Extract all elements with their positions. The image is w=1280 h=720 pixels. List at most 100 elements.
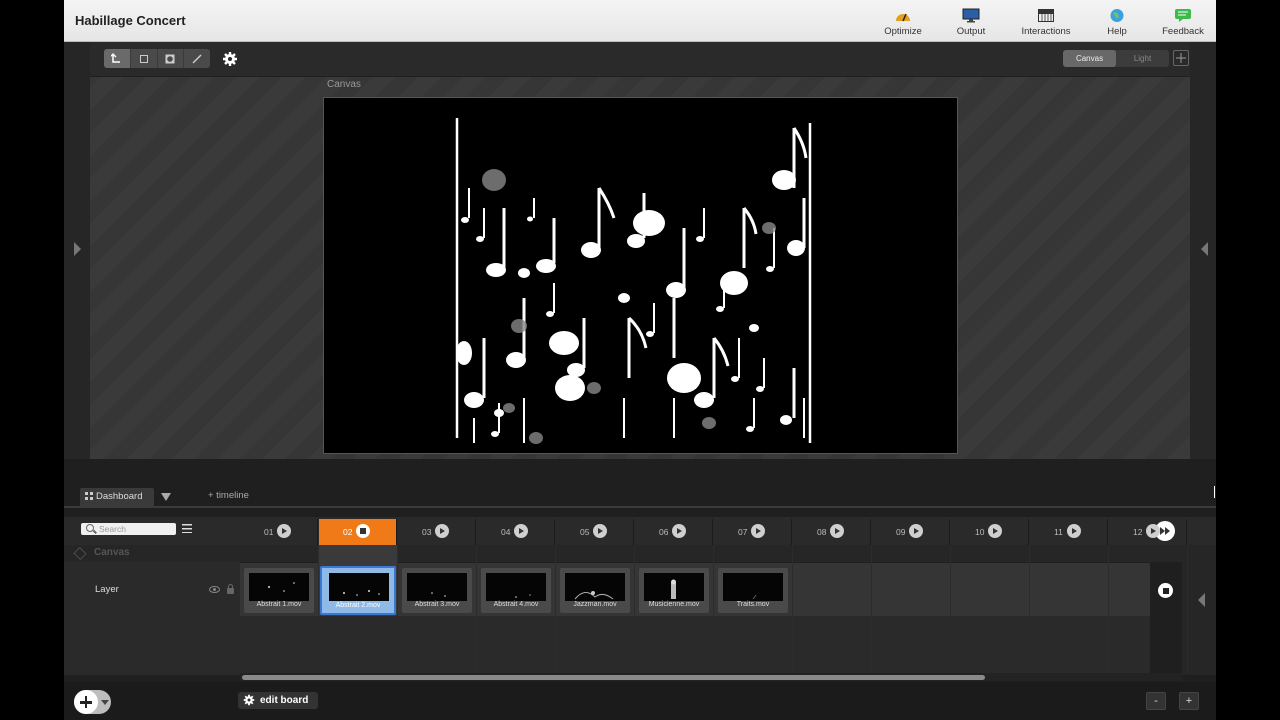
grid-toggle-button[interactable] — [1173, 50, 1189, 66]
play-icon[interactable] — [435, 524, 449, 538]
feedback-button[interactable]: Feedback — [1148, 8, 1216, 37]
dashboard-grid-icon — [85, 492, 93, 500]
output-label: Output — [956, 26, 986, 37]
play-icon[interactable] — [277, 524, 291, 538]
add-timeline-button[interactable]: + timeline — [208, 490, 249, 501]
cue-2[interactable]: 02 — [319, 519, 397, 545]
editor-toolbar: Canvas Light — [64, 42, 1216, 76]
speech-bubble-icon — [1175, 9, 1191, 22]
tool-group — [104, 49, 210, 68]
clip-filename: Abstrait 4.mov — [493, 601, 539, 608]
clip-filename: Traits.mov — [736, 601, 770, 608]
clip-tile[interactable]: Traits.mov — [718, 568, 788, 613]
column-separator — [476, 545, 477, 673]
edit-board-button[interactable]: edit board — [238, 692, 318, 709]
cue-9[interactable]: 09 — [872, 519, 950, 545]
app-window: Habillage Concert Optimize Output Intera… — [64, 0, 1216, 720]
stop-icon[interactable] — [356, 524, 370, 538]
play-icon[interactable] — [988, 524, 1002, 538]
empty-grid-area — [240, 616, 1150, 673]
select-tool-button[interactable] — [104, 49, 131, 68]
brush-tool-button[interactable] — [184, 49, 210, 68]
layer-label[interactable]: Layer — [95, 584, 119, 595]
column-separator — [1108, 545, 1109, 673]
visibility-eye-icon[interactable] — [209, 586, 220, 593]
clip-tile[interactable]: Jazzman.mov — [560, 568, 630, 613]
select-arrow-icon — [111, 53, 121, 63]
play-icon[interactable] — [672, 524, 686, 538]
help-button[interactable]: Help — [1082, 8, 1152, 37]
cue-8[interactable]: 08 — [793, 519, 871, 545]
expand-inspector-icon[interactable] — [1198, 593, 1205, 607]
play-icon[interactable] — [1146, 524, 1160, 538]
expand-left-panel-icon[interactable] — [74, 242, 81, 256]
cue-1[interactable]: 01 — [240, 519, 318, 545]
play-icon[interactable] — [830, 524, 844, 538]
stop-layer-icon[interactable] — [1158, 583, 1173, 598]
cue-4[interactable]: 04 — [477, 519, 555, 545]
canvas-view-button[interactable]: Canvas — [1063, 50, 1116, 67]
cue-number: 04 — [501, 527, 511, 537]
list-menu-icon[interactable] — [182, 524, 192, 533]
canvas-preview[interactable] — [323, 97, 958, 454]
cue-10[interactable]: 10 — [951, 519, 1029, 545]
zoom-out-button[interactable]: - — [1146, 692, 1166, 710]
cue-number: 02 — [343, 527, 353, 537]
monitor-icon — [962, 8, 980, 23]
column-separator — [713, 545, 714, 673]
canvas-row-label: Canvas — [94, 547, 130, 558]
cue-number: 07 — [738, 527, 748, 537]
clip-thumbnail — [329, 573, 389, 601]
mask-tool-button[interactable] — [158, 49, 185, 68]
cue-number: 11 — [1054, 527, 1063, 537]
cue-3[interactable]: 03 — [398, 519, 476, 545]
scrollbar-thumb[interactable] — [242, 675, 985, 680]
cue-7[interactable]: 07 — [714, 519, 792, 545]
dashboard-menu-chevron-icon[interactable] — [161, 493, 171, 501]
settings-gear-icon[interactable] — [222, 51, 238, 67]
clip-tile[interactable]: Abstrait 1.mov — [244, 568, 314, 613]
add-button[interactable] — [74, 690, 111, 714]
optimize-gauge-icon — [896, 13, 910, 22]
cue-number: 08 — [817, 527, 827, 537]
clip-tile[interactable]: Abstrait 3.mov — [402, 568, 472, 613]
search-input[interactable]: Search — [81, 523, 176, 535]
column-separator — [1187, 545, 1188, 673]
play-icon[interactable] — [751, 524, 765, 538]
play-icon[interactable] — [909, 524, 923, 538]
view-mode-toggle: Canvas Light — [1063, 50, 1169, 67]
light-view-button[interactable]: Light — [1116, 50, 1169, 67]
cue-5[interactable]: 05 — [556, 519, 634, 545]
cue-11[interactable]: 11 — [1030, 519, 1108, 545]
clip-thumbnail — [407, 573, 467, 601]
search-icon — [86, 524, 94, 532]
zoom-in-button[interactable]: + — [1179, 692, 1199, 710]
globe-icon — [1110, 9, 1124, 22]
play-icon[interactable] — [514, 524, 528, 538]
output-button[interactable]: Output — [936, 8, 1006, 37]
clip-tile[interactable]: Abstrait 2.mov — [320, 566, 396, 615]
crop-tool-button[interactable] — [131, 49, 158, 68]
play-icon[interactable] — [593, 524, 607, 538]
search-placeholder: Search — [99, 524, 126, 534]
interactions-button[interactable]: Interactions — [1011, 8, 1081, 37]
app-title: Habillage Concert — [75, 13, 186, 28]
optimize-button[interactable]: Optimize — [868, 8, 938, 37]
expand-right-panel-icon[interactable] — [1201, 242, 1208, 256]
lock-icon[interactable] — [227, 584, 234, 594]
cue-number: 01 — [264, 527, 274, 537]
column-separator — [634, 545, 635, 673]
cue-6[interactable]: 06 — [635, 519, 713, 545]
clip-thumbnail — [644, 573, 704, 601]
column-separator — [555, 545, 556, 673]
column-separator — [792, 545, 793, 673]
clip-tile[interactable]: Abstrait 4.mov — [481, 568, 551, 613]
dashboard-tab[interactable]: Dashboard — [80, 488, 154, 506]
gear-icon — [243, 694, 255, 706]
cue-number: 05 — [580, 527, 590, 537]
column-separator — [871, 545, 872, 673]
clip-tile[interactable]: Musicienne.mov — [639, 568, 709, 613]
chevron-down-icon — [101, 700, 109, 705]
cue-12[interactable]: 12 — [1109, 519, 1187, 545]
play-icon[interactable] — [1067, 524, 1081, 538]
